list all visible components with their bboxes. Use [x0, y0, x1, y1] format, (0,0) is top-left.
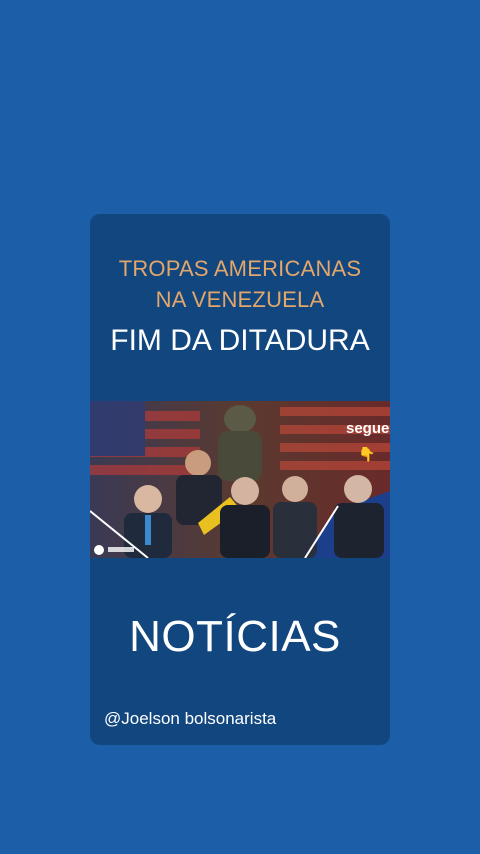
headline-line-1: TROPAS AMERICANAS [118, 256, 362, 281]
globe-logo-icon [94, 545, 104, 555]
story-card: TROPAS AMERICANAS NA VENEZUELA FIM DA DI… [90, 214, 390, 745]
author-handle[interactable]: @Joelson bolsonarista [104, 709, 276, 729]
headline-line-3: FIM DA DITADURA [110, 324, 370, 357]
news-photo-collage: 👇 segue [90, 401, 390, 558]
section-label: NOTÍCIAS [129, 612, 341, 661]
headline-line-2: NA VENEZUELA [155, 287, 325, 312]
image-overlay-text: segue [346, 420, 389, 437]
news-photo[interactable]: 👇 segue [90, 401, 390, 558]
pointing-hand-icon: 👇 [358, 446, 375, 463]
